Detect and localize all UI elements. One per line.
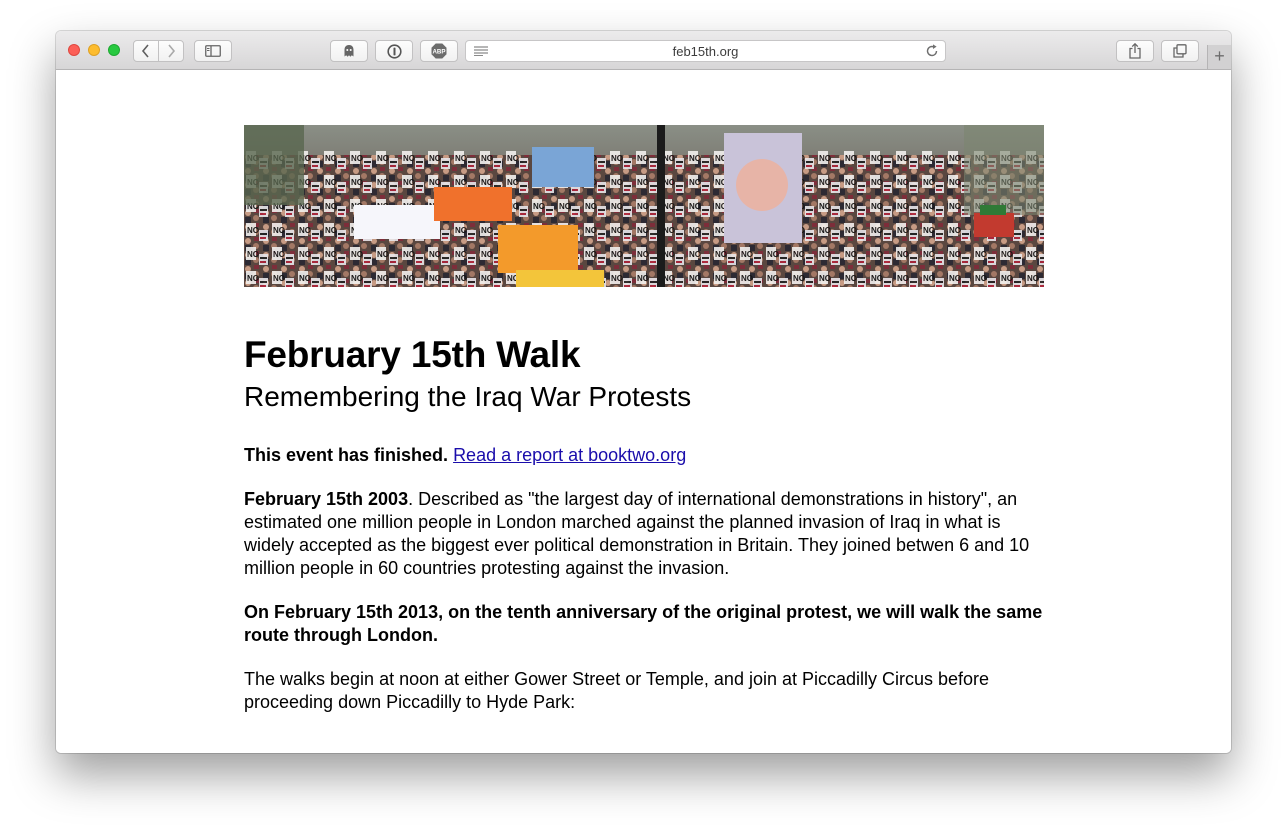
back-button[interactable]: [133, 40, 159, 62]
report-link[interactable]: Read a report at booktwo.org: [453, 445, 686, 465]
page-column: NO: [244, 125, 1044, 712]
browser-toolbar: ABP feb15th.org +: [56, 31, 1231, 70]
maximize-window-button[interactable]: [108, 44, 120, 56]
reload-icon[interactable]: [925, 44, 939, 58]
plus-icon: +: [1214, 46, 1225, 66]
page-title: February 15th Walk: [244, 334, 581, 375]
protest-banner-image: NO: [244, 125, 1044, 287]
onepassword-extension-button[interactable]: [375, 40, 413, 62]
adblock-extension-button[interactable]: ABP: [420, 40, 458, 62]
url-text: feb15th.org: [672, 44, 739, 59]
ghostery-extension-button[interactable]: [330, 40, 368, 62]
show-tabs-button[interactable]: [1161, 40, 1199, 62]
history-date: February 15th 2003: [244, 489, 409, 509]
browser-window: ABP feb15th.org + February 15th Walk Rem…: [56, 31, 1231, 753]
close-window-button[interactable]: [68, 44, 80, 56]
minimize-window-button[interactable]: [88, 44, 100, 56]
route-paragraph: The walks begin at noon at either Gower …: [244, 669, 990, 712]
protest-crowd-photo: NO: [244, 125, 1044, 287]
page-subtitle: Remembering the Iraq War Protests: [244, 381, 692, 412]
walk-announcement: On February 15th 2013, on the tenth anni…: [244, 602, 1043, 645]
sidebar-button[interactable]: [194, 40, 232, 62]
web-page: NO: [56, 70, 1231, 753]
forward-button[interactable]: [158, 40, 184, 62]
share-button[interactable]: [1116, 40, 1154, 62]
address-bar[interactable]: feb15th.org: [465, 40, 946, 62]
history-paragraph: February 15th 2003. Described as "the la…: [244, 488, 1044, 580]
new-tab-button[interactable]: +: [1207, 45, 1231, 69]
tabs-icon: [1173, 44, 1187, 58]
abp-icon: ABP: [431, 43, 447, 59]
chevron-left-icon: [141, 44, 149, 58]
event-status: This event has finished. Read a report a…: [244, 444, 1044, 467]
onepassword-icon: [386, 43, 402, 59]
sidebar-icon: [205, 45, 221, 57]
chevron-right-icon: [168, 44, 176, 58]
ghost-icon: [344, 45, 354, 57]
event-finished-text: This event has finished.: [244, 445, 449, 465]
share-icon: [1129, 43, 1141, 59]
svg-text:ABP: ABP: [432, 49, 445, 56]
